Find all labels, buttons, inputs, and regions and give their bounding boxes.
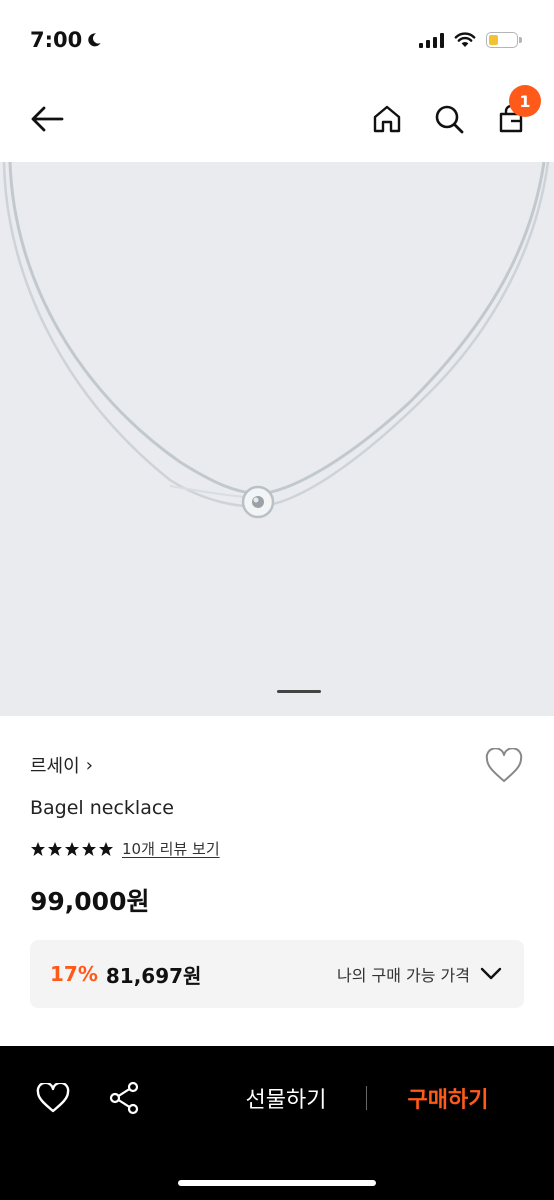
nav-bar: 1 (0, 80, 554, 162)
wishlist-button[interactable] (484, 747, 524, 784)
my-price-label: 나의 구매 가능 가격 (336, 966, 470, 985)
share-button[interactable] (102, 1076, 146, 1120)
brand-name: 르세이 (30, 756, 80, 777)
product-image[interactable] (0, 162, 554, 716)
chevron-right-icon: › (85, 754, 93, 776)
discount-rate: 17% (50, 962, 98, 986)
star-icon (65, 841, 79, 856)
product-title: Bagel necklace (30, 797, 174, 819)
star-icon (48, 841, 62, 856)
cart-count-badge: 1 (509, 85, 541, 117)
home-indicator[interactable] (178, 1180, 376, 1186)
rating-stars (30, 841, 114, 857)
star-icon (31, 841, 45, 856)
home-icon (373, 105, 401, 133)
buy-button[interactable]: 구매하기 (388, 1080, 508, 1116)
image-page-indicator (277, 690, 321, 693)
back-arrow-icon (31, 106, 64, 132)
gift-button[interactable]: 선물하기 (226, 1080, 346, 1116)
star-icon (99, 841, 113, 856)
chevron-down-icon (480, 967, 502, 980)
product-price: 99,000원 (30, 887, 150, 916)
wifi-icon (454, 32, 476, 47)
back-button[interactable] (25, 97, 69, 141)
review-link[interactable]: 10개 리뷰 보기 (122, 838, 220, 859)
brand-link[interactable]: 르세이 › (30, 752, 93, 778)
rating-row: 10개 리뷰 보기 (30, 838, 220, 859)
my-price-dropdown[interactable]: 17% 81,697원 나의 구매 가능 가격 (30, 940, 524, 1008)
time-text: 7:00 (30, 28, 83, 52)
necklace-photo (2, 162, 550, 519)
search-icon (435, 105, 464, 134)
status-bar: 7:00 (0, 0, 554, 80)
bottom-action-bar: 선물하기 구매하기 (0, 1046, 554, 1200)
battery-icon (486, 32, 522, 48)
button-divider (366, 1086, 367, 1110)
home-button[interactable] (365, 97, 409, 141)
status-indicators (419, 32, 522, 48)
discounted-price: 81,697원 (105, 963, 202, 988)
moon-icon (88, 33, 101, 47)
heart-icon (36, 1083, 70, 1113)
heart-icon (485, 747, 523, 782)
bottom-wishlist-button[interactable] (31, 1076, 75, 1120)
status-time: 7:00 (30, 28, 102, 52)
share-icon (109, 1081, 139, 1115)
search-button[interactable] (427, 97, 471, 141)
star-icon (82, 841, 96, 856)
signal-icon (419, 32, 444, 48)
